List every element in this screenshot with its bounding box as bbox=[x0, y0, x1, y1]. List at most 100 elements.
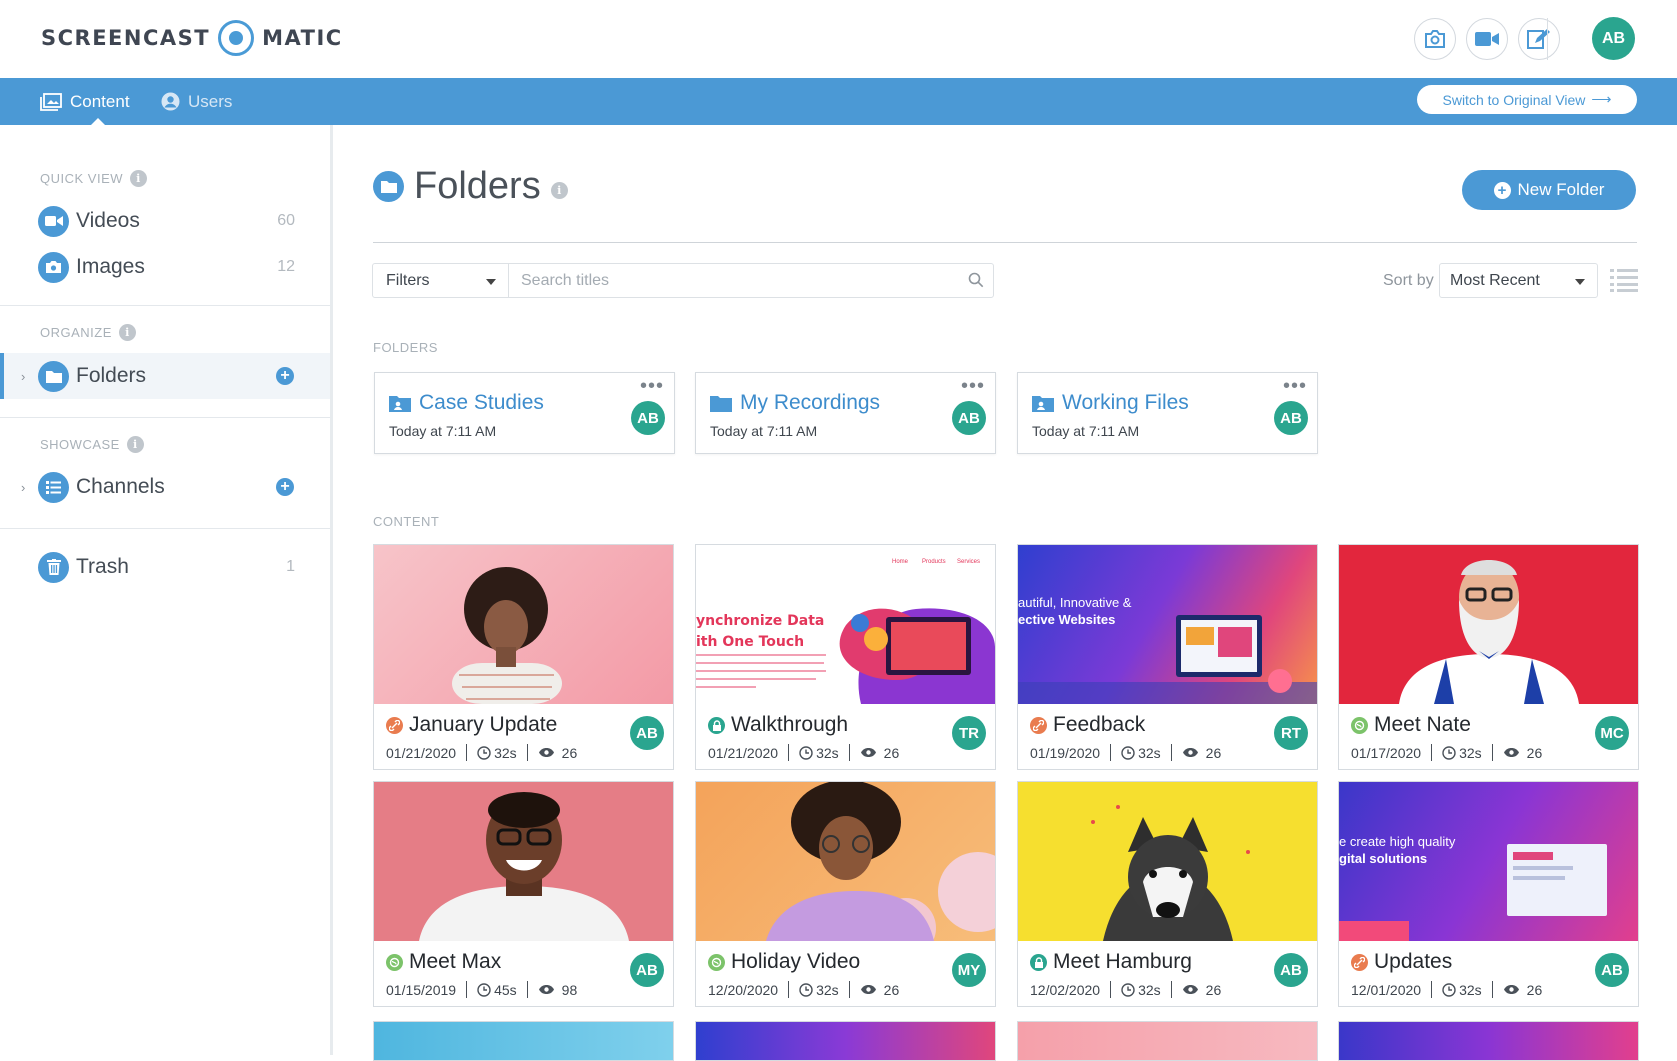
folder-name[interactable]: Case Studies bbox=[389, 391, 544, 415]
content-duration: 32s bbox=[1138, 981, 1161, 998]
content-card[interactable]: Meet Hamburg 12/02/2020 32s 26 AB bbox=[1017, 781, 1318, 1007]
folder-name-text: Case Studies bbox=[419, 391, 544, 414]
nav-tab-content[interactable]: Content bbox=[40, 78, 130, 125]
svg-text:autiful, Innovative &: autiful, Innovative & bbox=[1018, 595, 1132, 610]
content-date: 01/21/2020 bbox=[708, 744, 779, 761]
folder-date: Today at 7:11 AM bbox=[1032, 423, 1140, 439]
search-input[interactable]: Search titles bbox=[508, 263, 994, 298]
clock-icon bbox=[1442, 745, 1456, 760]
content-card[interactable]: Meet Max 01/15/2019 45s 98 AB bbox=[373, 781, 674, 1007]
folder-date: Today at 7:11 AM bbox=[389, 423, 497, 439]
content-views: 26 bbox=[883, 744, 900, 761]
sidebar-item-videos[interactable]: Videos 60 bbox=[0, 198, 330, 244]
content-title[interactable]: Holiday Video bbox=[708, 950, 860, 974]
video-thumbnail[interactable] bbox=[1339, 545, 1638, 704]
record-video-button[interactable] bbox=[1466, 18, 1508, 60]
organize-heading: ORGANIZE i bbox=[40, 324, 136, 341]
content-duration: 32s bbox=[1459, 744, 1482, 761]
link-status-icon bbox=[1351, 953, 1368, 971]
search-icon[interactable] bbox=[968, 272, 984, 288]
sidebar-item-folders[interactable]: › Folders + bbox=[0, 353, 330, 399]
video-thumbnail[interactable] bbox=[696, 782, 995, 941]
content-date: 01/17/2020 bbox=[1351, 744, 1422, 761]
content-views: 26 bbox=[1526, 744, 1543, 761]
new-folder-button[interactable]: + New Folder bbox=[1462, 170, 1636, 210]
content-title[interactable]: Meet Max bbox=[386, 950, 501, 974]
content-card[interactable]: autiful, Innovative & ective Websites Fe… bbox=[1017, 544, 1318, 770]
content-card[interactable]: Home Products Services ynchronize Data i… bbox=[695, 544, 996, 770]
content-title[interactable]: Walkthrough bbox=[708, 713, 848, 737]
chevron-right-icon[interactable]: › bbox=[21, 480, 25, 495]
info-icon[interactable]: i bbox=[130, 170, 148, 187]
folder-name[interactable]: My Recordings bbox=[710, 391, 880, 415]
folder-name-text: My Recordings bbox=[740, 391, 881, 414]
screencast-matic-logo[interactable]: SCREENCAST MATIC bbox=[41, 20, 343, 56]
sidebar-item-images[interactable]: Images 12 bbox=[0, 244, 330, 290]
content-card[interactable] bbox=[373, 1021, 674, 1061]
add-folder-button[interactable]: + bbox=[276, 367, 294, 385]
eye-icon bbox=[1503, 747, 1520, 758]
sidebar-item-count: 12 bbox=[277, 258, 295, 275]
sort-dropdown[interactable]: Most Recent bbox=[1439, 263, 1598, 298]
content-title[interactable]: Updates bbox=[1351, 950, 1452, 974]
content-views: 26 bbox=[1526, 981, 1543, 998]
video-thumbnail[interactable]: Home Products Services ynchronize Data i… bbox=[696, 545, 995, 704]
chevron-right-icon[interactable]: › bbox=[21, 369, 25, 384]
content-meta: 12/01/2020 32s 26 bbox=[1351, 981, 1542, 998]
svg-text:ith One Touch: ith One Touch bbox=[696, 634, 804, 650]
showcase-label: SHOWCASE bbox=[40, 437, 120, 452]
folder-card[interactable]: My Recordings Today at 7:11 AM ••• AB bbox=[695, 372, 996, 454]
content-title[interactable]: Meet Hamburg bbox=[1030, 950, 1192, 974]
more-options-icon[interactable]: ••• bbox=[961, 375, 985, 398]
more-options-icon[interactable]: ••• bbox=[1283, 375, 1307, 398]
screenshot-button[interactable] bbox=[1414, 18, 1456, 60]
owner-avatar: AB bbox=[1595, 953, 1629, 987]
video-thumbnail[interactable]: e create high quality gital solutions bbox=[1339, 782, 1638, 941]
content-card[interactable]: Meet Nate 01/17/2020 32s 26 MC bbox=[1338, 544, 1639, 770]
folder-card[interactable]: Working Files Today at 7:11 AM ••• AB bbox=[1017, 372, 1318, 454]
content-title-text: Meet Hamburg bbox=[1053, 950, 1192, 973]
info-icon[interactable]: i bbox=[126, 436, 144, 453]
content-card[interactable]: January Update 01/21/2020 32s 26 AB bbox=[373, 544, 674, 770]
sidebar-item-label: Trash bbox=[76, 555, 129, 578]
more-options-icon[interactable]: ••• bbox=[640, 375, 664, 398]
video-thumbnail[interactable] bbox=[1018, 782, 1317, 941]
info-icon[interactable]: i bbox=[118, 324, 136, 341]
filters-dropdown[interactable]: Filters bbox=[372, 263, 509, 298]
plus-circle-icon: + bbox=[1493, 181, 1511, 199]
content-card[interactable]: Holiday Video 12/20/2020 32s 26 MY bbox=[695, 781, 996, 1007]
add-channel-button[interactable]: + bbox=[276, 478, 294, 496]
camera-icon bbox=[38, 251, 69, 283]
content-title[interactable]: Feedback bbox=[1030, 713, 1145, 737]
editor-button[interactable] bbox=[1518, 18, 1560, 60]
video-thumbnail[interactable]: autiful, Innovative & ective Websites bbox=[1018, 545, 1317, 704]
video-thumbnail[interactable] bbox=[374, 545, 673, 704]
content-card[interactable] bbox=[1017, 1021, 1318, 1061]
eye-icon bbox=[860, 747, 877, 758]
content-title[interactable]: Meet Nate bbox=[1351, 713, 1471, 737]
sort-value: Most Recent bbox=[1450, 271, 1540, 289]
sidebar-item-channels[interactable]: › Channels + bbox=[0, 464, 330, 510]
content-title-text: Feedback bbox=[1053, 713, 1146, 736]
content-title[interactable]: January Update bbox=[386, 713, 557, 737]
content-views: 98 bbox=[561, 981, 578, 998]
clock-icon bbox=[477, 745, 491, 760]
switch-view-button[interactable]: Switch to Original View ⟶ bbox=[1417, 85, 1637, 114]
lock-status-icon bbox=[1030, 953, 1047, 971]
content-card[interactable] bbox=[695, 1021, 996, 1061]
video-thumbnail[interactable] bbox=[374, 782, 673, 941]
content-card[interactable] bbox=[1338, 1021, 1639, 1061]
eye-icon bbox=[538, 984, 555, 995]
content-card[interactable]: e create high quality gital solutions Up… bbox=[1338, 781, 1639, 1007]
owner-avatar: AB bbox=[952, 401, 986, 435]
user-icon bbox=[161, 92, 180, 111]
folder-name[interactable]: Working Files bbox=[1032, 391, 1189, 415]
sidebar-item-trash[interactable]: Trash 1 bbox=[0, 544, 330, 590]
list-icon bbox=[38, 471, 69, 503]
folder-card[interactable]: Case Studies Today at 7:11 AM ••• AB bbox=[374, 372, 675, 454]
owner-avatar: MC bbox=[1595, 716, 1629, 750]
nav-tab-users[interactable]: Users bbox=[161, 78, 232, 125]
list-view-icon[interactable] bbox=[1610, 268, 1638, 292]
user-avatar[interactable]: AB bbox=[1592, 17, 1635, 60]
info-icon[interactable]: i bbox=[550, 182, 568, 199]
